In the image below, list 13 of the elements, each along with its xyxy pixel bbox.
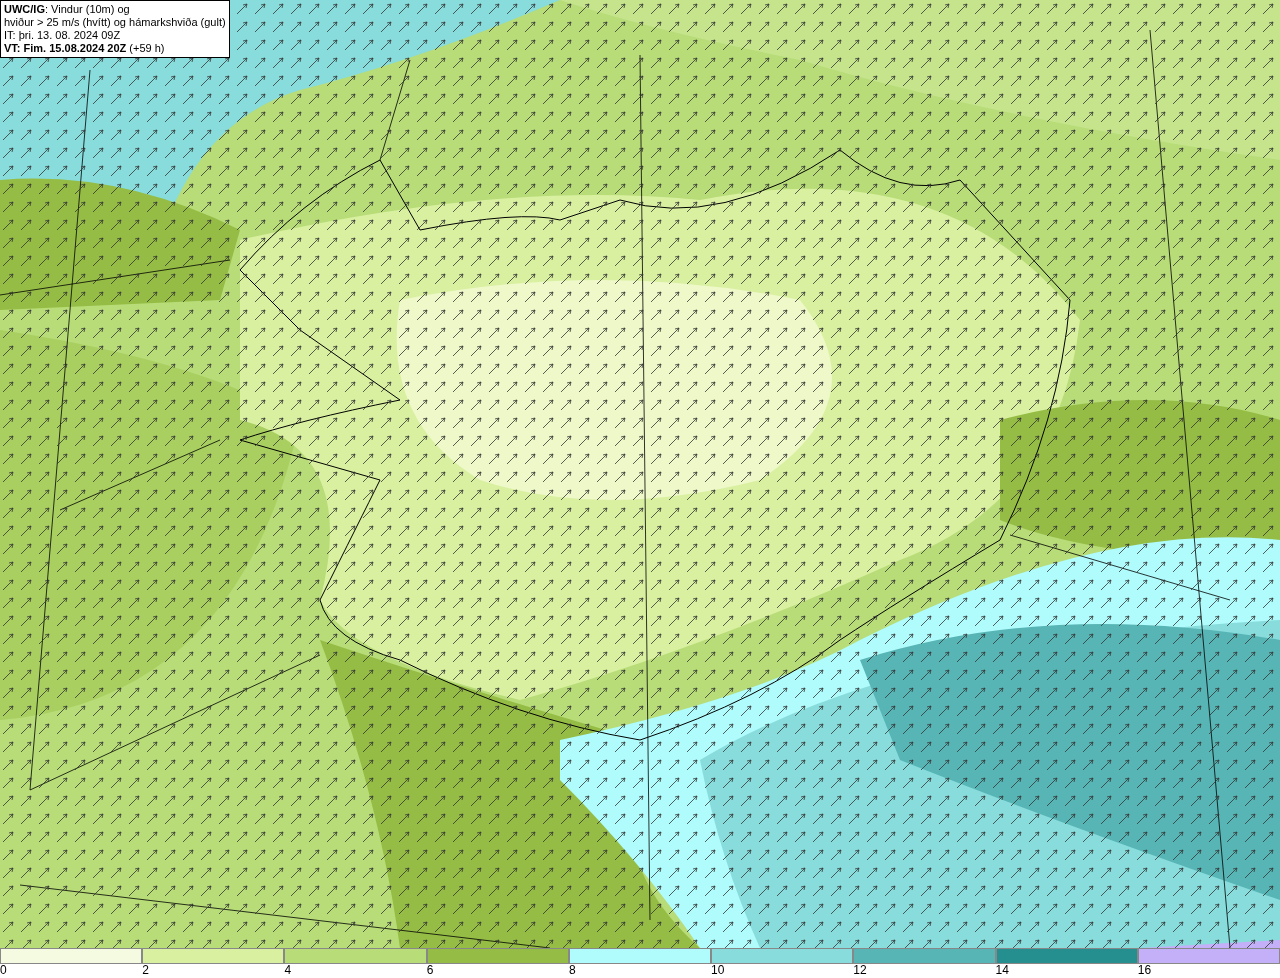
legend-label: 16 (1137, 964, 1152, 977)
legend-label: 14 (995, 964, 1009, 977)
legend-label: 12 (853, 964, 867, 977)
legend-label: 4 (284, 964, 292, 977)
title-line: IT: þri. 13. 08. 2024 09Z (4, 29, 122, 42)
legend-label: 8 (568, 964, 576, 977)
legend-label: 10 (711, 964, 725, 977)
legend-label: 2 (142, 964, 149, 977)
legend-label: 6 (426, 964, 434, 977)
legend-label: 0 (0, 964, 7, 977)
title-line: VT: Fim. 15.08.2024 20Z (+59 h) (4, 42, 166, 55)
title-line: hviður > 25 m/s (hvítt) og hámarkshviða (gult) (4, 16, 226, 29)
title-line: UWC/IG: Vindur (10m) og (4, 3, 131, 16)
